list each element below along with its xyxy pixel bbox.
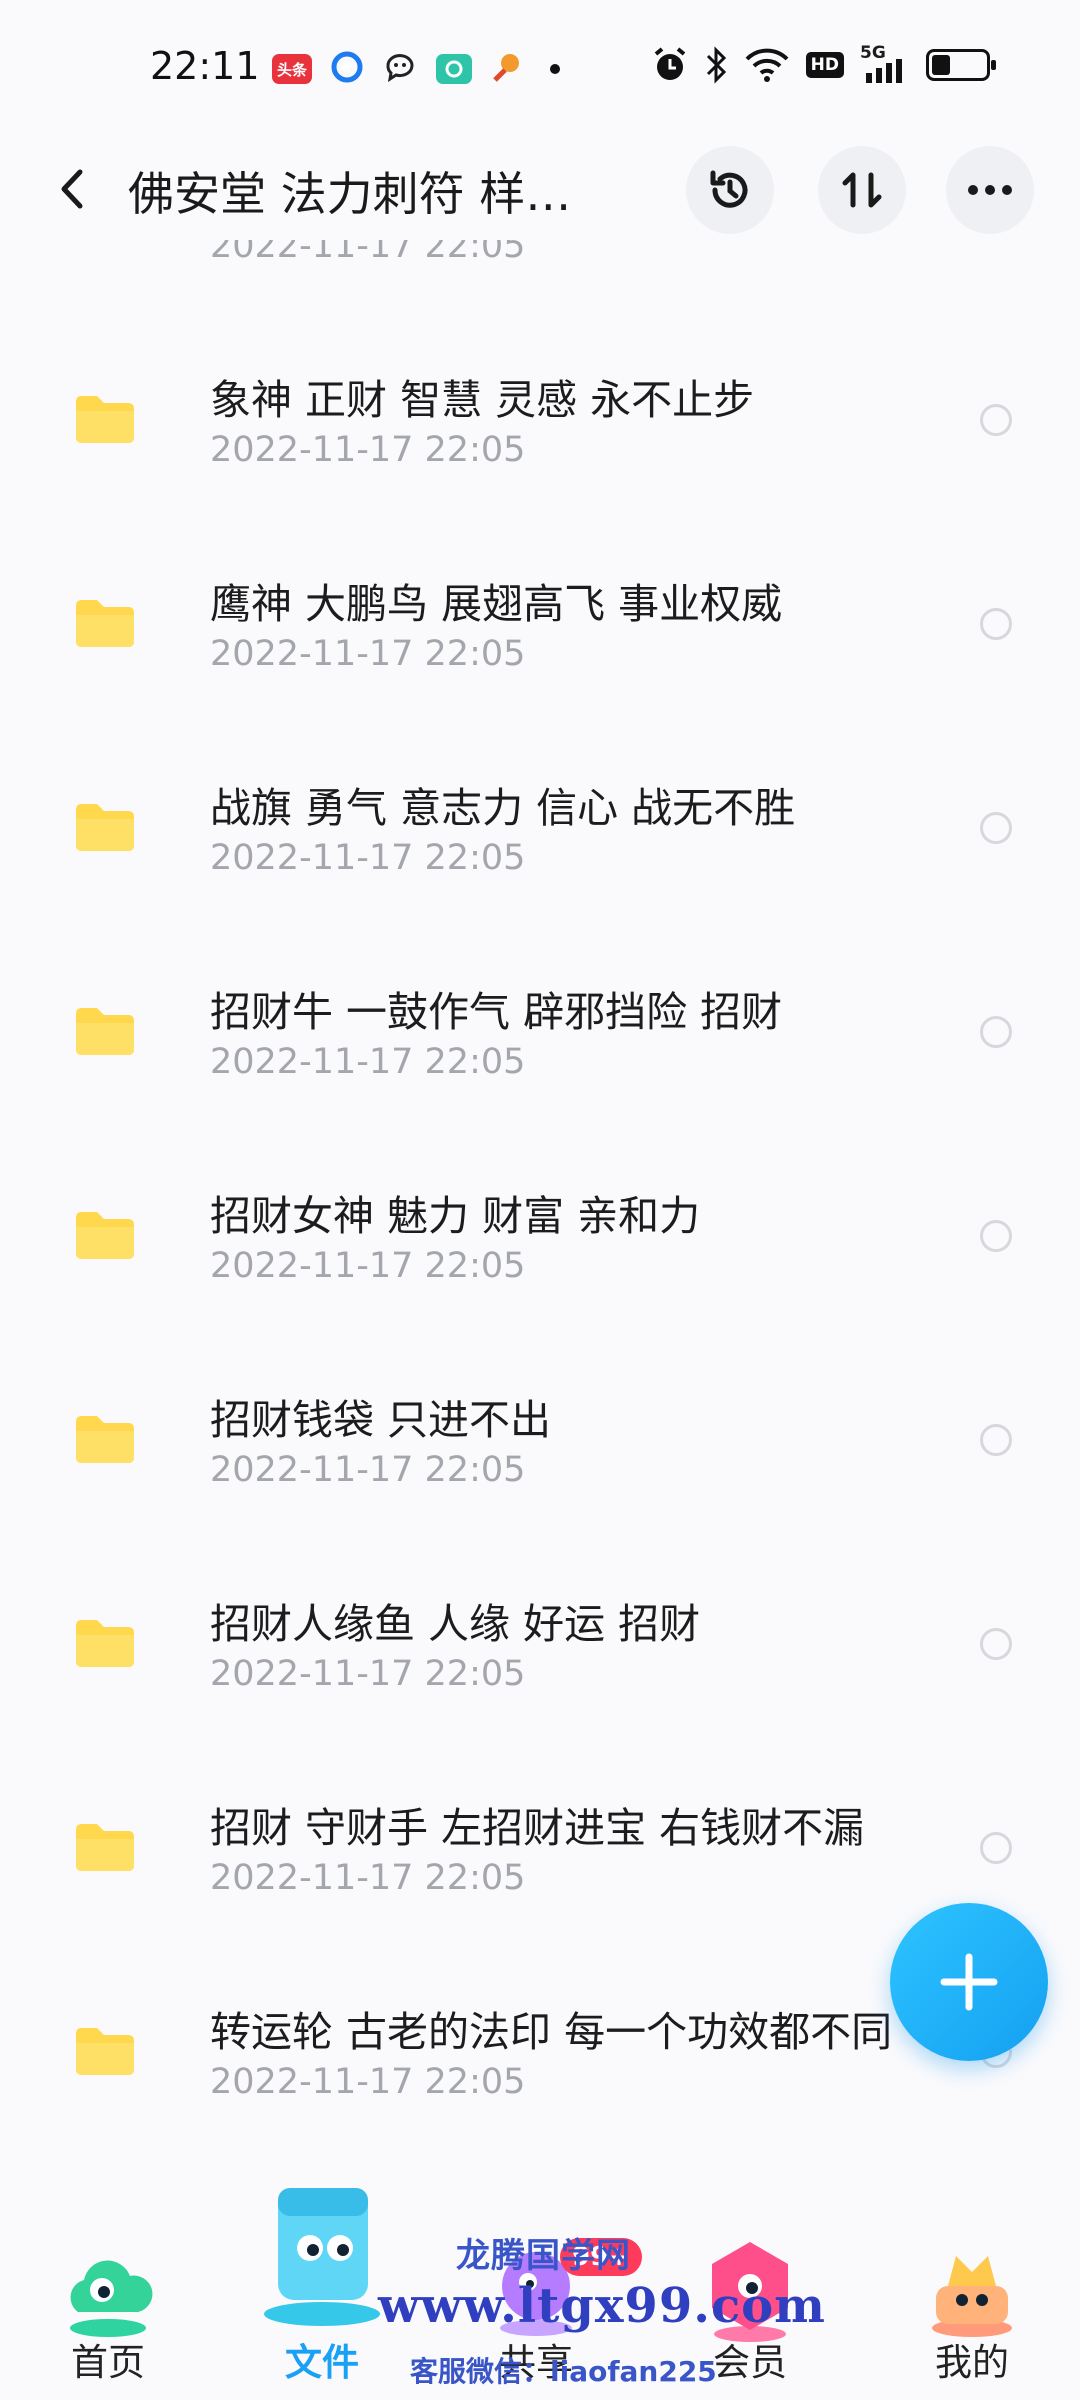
toutiao-icon: 头条 bbox=[272, 54, 312, 84]
folder-icon bbox=[76, 804, 134, 851]
status-bar: 22:11 头条 HD 5G bbox=[0, 0, 1080, 140]
folder-row[interactable]: 招财女神 魅力 财富 亲和力 2022-11-17 22:05 bbox=[0, 1134, 1080, 1338]
tab-share-label: 共享 bbox=[499, 2341, 573, 2384]
tab-share[interactable]: 共享 bbox=[446, 2190, 626, 2400]
vip-icon bbox=[712, 2242, 788, 2342]
folder-date: 2022-11-17 22:05 bbox=[210, 2062, 526, 2102]
folder-name: 战旗 勇气 意志力 信心 战无不胜 bbox=[210, 784, 796, 832]
tab-files[interactable]: 文件 bbox=[232, 2188, 412, 2400]
folder-row[interactable]: 2022-11-17 22:05 bbox=[0, 240, 1080, 318]
folder-title: 佛安堂 法力刺符 样… bbox=[128, 167, 572, 221]
folder-row[interactable]: 招财人缘鱼 人缘 好运 招财 2022-11-17 22:05 bbox=[0, 1542, 1080, 1746]
folder-name: 招财 守财手 左招财进宝 右钱财不漏 bbox=[210, 1804, 865, 1852]
status-time: 22:11 bbox=[150, 44, 260, 88]
files-icon bbox=[264, 2188, 380, 2326]
wifi-icon bbox=[745, 48, 789, 82]
folder-name: 转运轮 古老的法印 每一个功效都不同 bbox=[210, 2008, 893, 2056]
select-radio[interactable] bbox=[980, 1832, 1012, 1864]
video-icon bbox=[436, 54, 472, 84]
select-radio[interactable] bbox=[980, 1220, 1012, 1252]
select-radio[interactable] bbox=[980, 404, 1012, 436]
folder-date: 2022-11-17 22:05 bbox=[210, 838, 526, 878]
folder-icon bbox=[76, 2028, 134, 2075]
hd-icon: HD bbox=[805, 52, 844, 78]
tab-bar: 首页 文件 共享 会员 我的 bbox=[0, 2188, 1080, 2400]
add-button[interactable] bbox=[890, 1903, 1048, 2061]
folder-date: 2022-11-17 22:05 bbox=[210, 240, 526, 266]
browser-icon bbox=[330, 50, 364, 88]
notification-icons: 头条 bbox=[272, 50, 560, 88]
more-button[interactable] bbox=[946, 146, 1034, 234]
battery-icon bbox=[926, 49, 996, 81]
folder-icon bbox=[72, 240, 138, 243]
file-list: 2022-11-17 22:05 象神 正财 智慧 灵感 永不止步 2022-11-… bbox=[0, 240, 1080, 2190]
folder-icon bbox=[76, 600, 134, 647]
select-radio[interactable] bbox=[980, 1424, 1012, 1456]
folder-icon bbox=[76, 396, 134, 443]
folder-date: 2022-11-17 22:05 bbox=[210, 1246, 526, 1286]
folder-date: 2022-11-17 22:05 bbox=[210, 1042, 526, 1082]
maps-icon bbox=[490, 50, 524, 88]
dot-icon bbox=[550, 64, 560, 74]
tab-files-label: 文件 bbox=[285, 2341, 359, 2384]
folder-row[interactable]: 招财 守财手 左招财进宝 右钱财不漏 2022-11-17 22:05 bbox=[0, 1746, 1080, 1950]
folder-name: 招财女神 魅力 财富 亲和力 bbox=[210, 1192, 701, 1240]
folder-date: 2022-11-17 22:05 bbox=[210, 1450, 526, 1490]
tab-me-label: 我的 bbox=[935, 2341, 1009, 2384]
folder-icon bbox=[76, 1824, 134, 1871]
select-radio[interactable] bbox=[980, 608, 1012, 640]
chat-icon bbox=[382, 50, 418, 88]
system-icons: HD 5G bbox=[652, 43, 996, 84]
folder-name: 招财钱袋 只进不出 bbox=[210, 1396, 552, 1444]
folder-date: 2022-11-17 22:05 bbox=[210, 1858, 526, 1898]
sort-button[interactable] bbox=[818, 146, 906, 234]
notification-badge: 99+ bbox=[560, 2238, 642, 2276]
tab-home-label: 首页 bbox=[71, 2341, 145, 2384]
folder-icon bbox=[76, 1416, 134, 1463]
folder-date: 2022-11-17 22:05 bbox=[210, 634, 526, 674]
folder-date: 2022-11-17 22:05 bbox=[210, 430, 526, 470]
folder-row[interactable]: 鹰神 大鹏鸟 展翅高飞 事业权威 2022-11-17 22:05 bbox=[0, 522, 1080, 726]
tab-me[interactable]: 我的 bbox=[882, 2190, 1062, 2400]
folder-icon bbox=[76, 1212, 134, 1259]
folder-icon bbox=[76, 1620, 134, 1667]
bluetooth-icon bbox=[706, 46, 726, 84]
folder-row[interactable]: 招财牛 一鼓作气 辟邪挡险 招财 2022-11-17 22:05 bbox=[0, 930, 1080, 1134]
folder-name: 象神 正财 智慧 灵感 永不止步 bbox=[210, 376, 755, 424]
folder-name: 招财牛 一鼓作气 辟邪挡险 招财 bbox=[210, 988, 783, 1036]
tab-vip-label: 会员 bbox=[713, 2341, 787, 2384]
folder-row[interactable]: 战旗 勇气 意志力 信心 战无不胜 2022-11-17 22:05 bbox=[0, 726, 1080, 930]
header: 佛安堂 法力刺符 样… bbox=[0, 140, 1080, 240]
folder-name: 招财人缘鱼 人缘 好运 招财 bbox=[210, 1600, 701, 1648]
history-icon bbox=[710, 170, 748, 208]
sort-icon bbox=[842, 172, 882, 208]
tab-vip[interactable]: 会员 bbox=[660, 2190, 840, 2400]
folder-icon bbox=[76, 1008, 134, 1055]
tab-home[interactable]: 首页 bbox=[18, 2190, 198, 2400]
select-radio[interactable] bbox=[980, 1016, 1012, 1048]
more-icon bbox=[968, 185, 1012, 195]
folder-date: 2022-11-17 22:05 bbox=[210, 1654, 526, 1694]
chevron-left-icon bbox=[61, 169, 83, 209]
history-button[interactable] bbox=[686, 146, 774, 234]
alarm-icon bbox=[654, 47, 685, 80]
folder-name: 鹰神 大鹏鸟 展翅高飞 事业权威 bbox=[210, 580, 783, 628]
select-radio[interactable] bbox=[980, 812, 1012, 844]
folder-row[interactable]: 象神 正财 智慧 灵感 永不止步 2022-11-17 22:05 bbox=[0, 318, 1080, 522]
back-button[interactable] bbox=[48, 164, 98, 214]
me-icon bbox=[932, 2256, 1012, 2337]
select-radio[interactable] bbox=[980, 1628, 1012, 1660]
home-cloud-icon bbox=[70, 2260, 153, 2337]
plus-icon bbox=[940, 1953, 998, 2011]
signal-5g-icon: 5G bbox=[860, 43, 910, 83]
folder-row[interactable]: 招财钱袋 只进不出 2022-11-17 22:05 bbox=[0, 1338, 1080, 1542]
